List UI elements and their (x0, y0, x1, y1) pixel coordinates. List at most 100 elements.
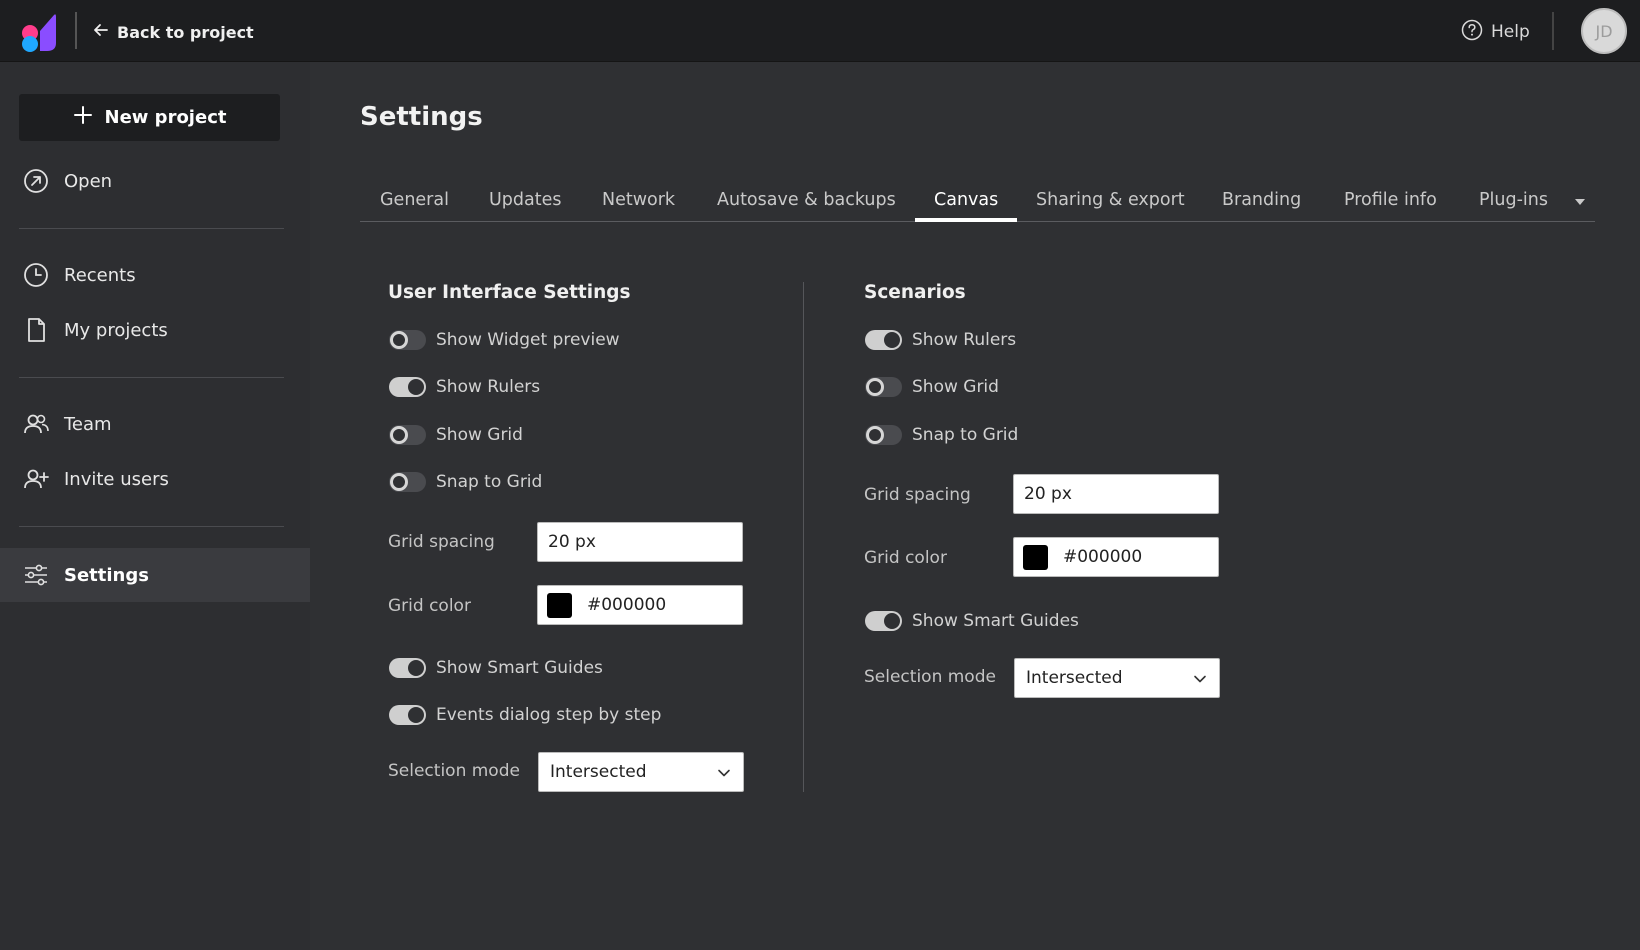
tab-updates[interactable]: Updates (489, 190, 562, 210)
grid-spacing-input[interactable] (537, 522, 743, 562)
sidebar-item-open[interactable]: Open (0, 154, 310, 208)
sidebar-item-label: Team (64, 413, 112, 435)
invite-user-icon (21, 464, 51, 494)
sliders-icon (21, 560, 51, 590)
active-tab-indicator (915, 218, 1017, 222)
divider (19, 228, 284, 229)
scenario-selection-mode-value: Intersected (1026, 668, 1123, 688)
tab-general[interactable]: General (380, 190, 449, 210)
scenario-grid-color-value: #000000 (1063, 547, 1143, 567)
sidebar-item-label: Settings (64, 564, 149, 586)
tab-profile-info[interactable]: Profile info (1344, 190, 1437, 210)
scenario-grid-color-label: Grid color (864, 548, 947, 568)
sidebar: New project Open Recents My projects Tea… (0, 62, 310, 950)
top-bar: Back to project Help JD (0, 0, 1640, 62)
scenarios-title: Scenarios (864, 282, 966, 303)
help-label: Help (1491, 22, 1530, 42)
toggle-label: Show Grid (912, 377, 999, 397)
scenario-grid-spacing-label: Grid spacing (864, 485, 971, 505)
tab-branding[interactable]: Branding (1222, 190, 1301, 210)
back-to-project-link[interactable]: Back to project (93, 20, 254, 44)
sidebar-item-settings[interactable]: Settings (0, 548, 310, 602)
sidebar-item-recents[interactable]: Recents (0, 248, 310, 302)
toggle-label: Show Rulers (436, 377, 541, 397)
grid-spacing-label: Grid spacing (388, 532, 495, 552)
sidebar-item-label: My projects (64, 319, 168, 341)
toggle-switch[interactable] (865, 377, 902, 397)
toggle-switch[interactable] (865, 611, 902, 631)
page-title: Settings (360, 102, 483, 132)
plus-icon (73, 105, 93, 130)
toggle-switch[interactable] (389, 377, 426, 397)
sidebar-item-label: Recents (64, 264, 136, 286)
scenario-grid-color-input[interactable]: #000000 (1013, 537, 1219, 577)
scenario-selection-mode-select[interactable]: Intersected (1014, 658, 1220, 698)
toggle-label: Snap to Grid (912, 425, 1019, 445)
back-label: Back to project (117, 22, 254, 42)
grid-color-label: Grid color (388, 596, 471, 616)
toggle-label: Show Smart Guides (912, 611, 1079, 631)
new-project-button[interactable]: New project (19, 94, 280, 141)
divider (19, 377, 284, 378)
toggle-switch[interactable] (389, 330, 426, 350)
app-logo[interactable] (20, 11, 60, 53)
arrow-left-icon (93, 22, 109, 42)
toggle-label: Show Smart Guides (436, 658, 603, 678)
settings-tabs: General Updates Network Autosave & backu… (360, 180, 1595, 222)
new-project-label: New project (104, 107, 227, 128)
toggle-label: Snap to Grid (436, 472, 543, 492)
toggle-snap-to-grid[interactable]: Snap to Grid (389, 470, 542, 494)
open-icon (21, 166, 51, 196)
tab-network[interactable]: Network (602, 190, 675, 210)
tab-sharing-export[interactable]: Sharing & export (1036, 190, 1185, 210)
help-icon (1461, 19, 1483, 46)
toggle-show-widget-preview[interactable]: Show Widget preview (389, 328, 620, 352)
toggle-switch[interactable] (389, 425, 426, 445)
tab-autosave-backups[interactable]: Autosave & backups (717, 190, 896, 210)
selection-mode-value: Intersected (550, 762, 647, 782)
chevron-down-icon[interactable] (1573, 194, 1587, 208)
sidebar-item-invite-users[interactable]: Invite users (0, 452, 310, 506)
toggle-events-dialog-step[interactable]: Events dialog step by step (389, 703, 661, 727)
divider (19, 526, 284, 527)
toggle-show-grid[interactable]: Show Grid (389, 423, 523, 447)
toggle-show-rulers[interactable]: Show Rulers (389, 375, 540, 399)
selection-mode-select[interactable]: Intersected (538, 752, 744, 792)
color-swatch[interactable] (1023, 544, 1048, 570)
tab-plug-ins[interactable]: Plug-ins (1479, 190, 1548, 210)
toggle-label: Events dialog step by step (436, 705, 662, 725)
scenario-toggle-show-grid[interactable]: Show Grid (865, 375, 999, 399)
divider (1552, 12, 1554, 50)
chevron-down-icon (1194, 675, 1206, 683)
column-divider (803, 282, 804, 792)
scenario-selection-mode-label: Selection mode (864, 667, 996, 687)
file-icon (21, 315, 51, 345)
ui-settings-title: User Interface Settings (388, 282, 631, 303)
sidebar-item-label: Open (64, 170, 113, 192)
team-icon (21, 409, 51, 439)
clock-icon (21, 260, 51, 290)
toggle-show-smart-guides[interactable]: Show Smart Guides (389, 656, 603, 680)
scenario-toggle-show-rulers[interactable]: Show Rulers (865, 328, 1016, 352)
toggle-switch[interactable] (389, 658, 426, 678)
scenario-grid-spacing-input[interactable] (1013, 474, 1219, 514)
scenario-toggle-snap-to-grid[interactable]: Snap to Grid (865, 423, 1018, 447)
toggle-switch[interactable] (865, 425, 902, 445)
sidebar-item-team[interactable]: Team (0, 397, 310, 451)
tab-canvas[interactable]: Canvas (934, 190, 998, 210)
sidebar-item-label: Invite users (64, 468, 169, 490)
scenario-toggle-show-smart-guides[interactable]: Show Smart Guides (865, 609, 1079, 633)
color-swatch[interactable] (547, 592, 572, 618)
avatar[interactable]: JD (1581, 8, 1627, 54)
grid-color-input[interactable]: #000000 (537, 585, 743, 625)
help-button[interactable]: Help (1461, 19, 1530, 46)
toggle-label: Show Widget preview (436, 330, 620, 350)
toggle-label: Show Rulers (912, 330, 1017, 350)
chevron-down-icon (718, 769, 730, 777)
divider (75, 12, 77, 49)
selection-mode-label: Selection mode (388, 761, 520, 781)
toggle-switch[interactable] (865, 330, 902, 350)
sidebar-item-my-projects[interactable]: My projects (0, 303, 310, 357)
toggle-switch[interactable] (389, 705, 426, 725)
toggle-switch[interactable] (389, 472, 426, 492)
